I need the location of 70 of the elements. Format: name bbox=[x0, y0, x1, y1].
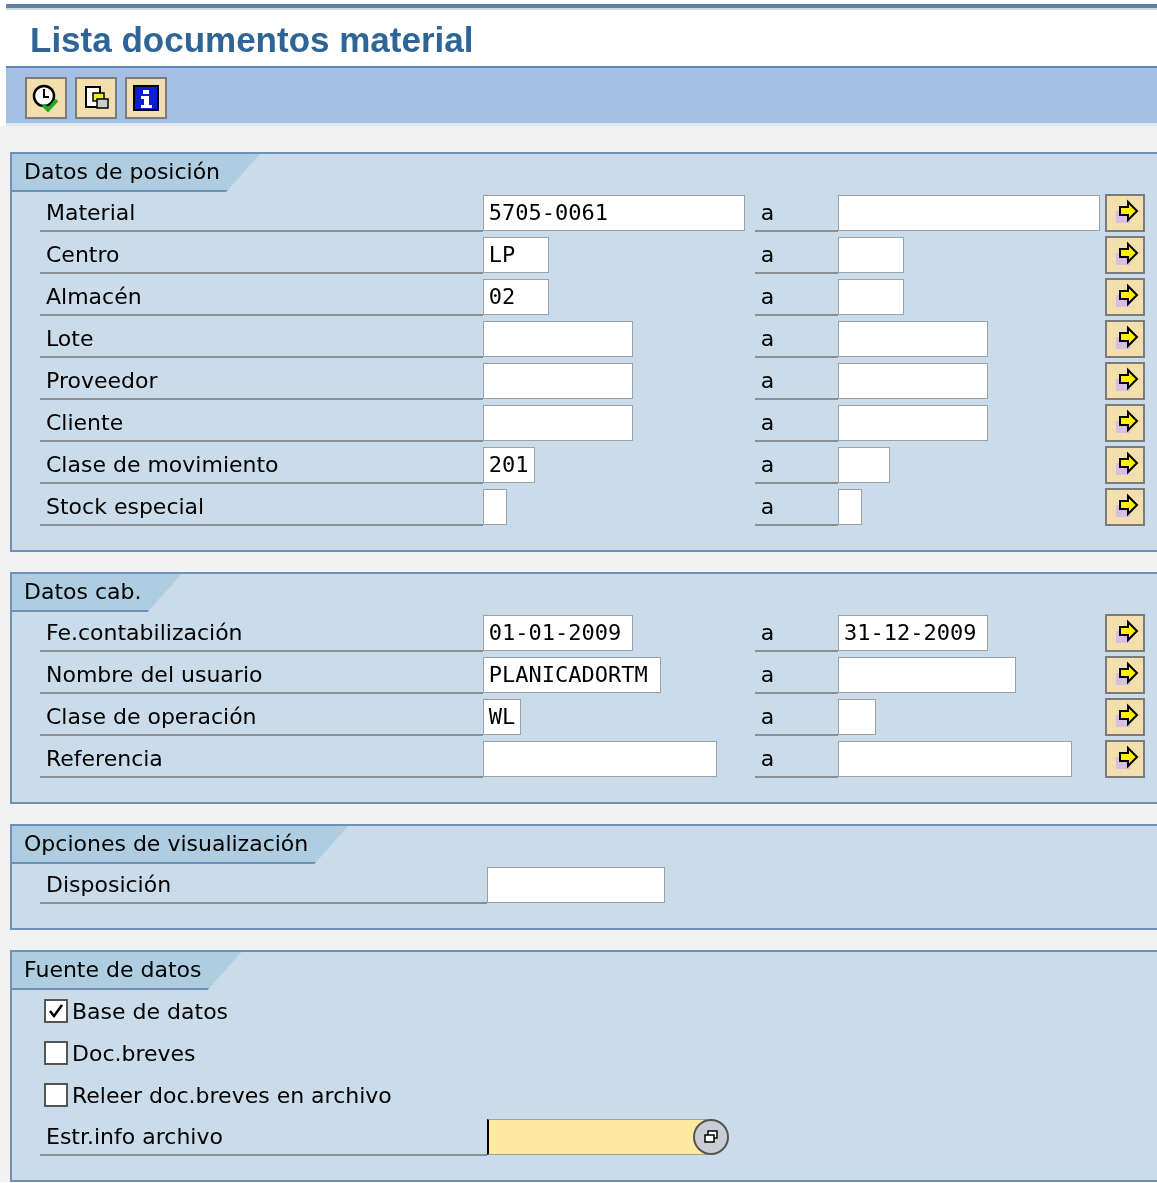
input-field[interactable]: PLANICADORTM bbox=[482, 657, 661, 693]
input-field[interactable] bbox=[482, 363, 633, 399]
window-icon bbox=[703, 1129, 719, 1145]
input-field[interactable] bbox=[838, 741, 1072, 777]
field-label: Material bbox=[40, 194, 483, 232]
input-field[interactable] bbox=[838, 321, 988, 357]
input-field[interactable] bbox=[838, 489, 862, 525]
checkbox[interactable] bbox=[44, 1041, 68, 1065]
checkbox-label: Base de datos bbox=[72, 998, 229, 1024]
section-title: Fuente de datos bbox=[12, 952, 242, 990]
multiple-selection-button[interactable] bbox=[1105, 698, 1145, 736]
field-label: Cliente bbox=[40, 404, 483, 442]
multiple-selection-button[interactable] bbox=[1105, 236, 1145, 274]
section-title: Opciones de visualización bbox=[12, 826, 349, 864]
input-field[interactable] bbox=[487, 1119, 707, 1155]
input-field[interactable] bbox=[838, 363, 988, 399]
input-field[interactable] bbox=[482, 741, 717, 777]
checkbox-label: Releer doc.breves en archivo bbox=[72, 1082, 392, 1108]
input-field[interactable] bbox=[838, 195, 1100, 231]
multiple-selection-button[interactable] bbox=[1105, 404, 1145, 442]
input-field[interactable]: WL bbox=[482, 699, 521, 735]
input-field[interactable] bbox=[838, 447, 890, 483]
input-field[interactable] bbox=[838, 699, 876, 735]
input-field[interactable]: 31-12-2009 bbox=[838, 615, 988, 651]
multiple-selection-button[interactable] bbox=[1105, 446, 1145, 484]
field-label: Referencia bbox=[40, 740, 483, 778]
multiple-selection-button[interactable] bbox=[1105, 362, 1145, 400]
multiple-selection-button[interactable] bbox=[1105, 488, 1145, 526]
multiple-selection-button[interactable] bbox=[1105, 194, 1145, 232]
input-field[interactable]: 201 bbox=[482, 447, 535, 483]
info-icon bbox=[131, 83, 161, 113]
field-label: Clase de operación bbox=[40, 698, 483, 736]
checkbox[interactable] bbox=[44, 999, 68, 1023]
field-label: Proveedor bbox=[40, 362, 483, 400]
multiple-selection-button[interactable] bbox=[1105, 656, 1145, 694]
multiple-selection-button[interactable] bbox=[1105, 320, 1145, 358]
input-field[interactable] bbox=[487, 867, 665, 903]
field-label: Almacén bbox=[40, 278, 483, 316]
input-field[interactable] bbox=[482, 405, 633, 441]
input-field[interactable] bbox=[838, 279, 904, 315]
input-field[interactable]: 5705-0061 bbox=[482, 195, 745, 231]
checkbox[interactable] bbox=[44, 1083, 68, 1107]
multiple-selection-button[interactable] bbox=[1105, 740, 1145, 778]
input-field[interactable] bbox=[838, 657, 1016, 693]
input-field[interactable] bbox=[838, 405, 988, 441]
input-field[interactable] bbox=[838, 237, 904, 273]
field-label: Fe.contabilización bbox=[40, 614, 483, 652]
section-title: Datos de posición bbox=[12, 154, 261, 192]
execute-button[interactable] bbox=[25, 77, 67, 119]
variants-button[interactable] bbox=[75, 77, 117, 119]
input-field[interactable]: 02 bbox=[482, 279, 549, 315]
search-help-button[interactable] bbox=[693, 1119, 729, 1155]
field-label: Centro bbox=[40, 236, 483, 274]
field-label: Estr.info archivo bbox=[40, 1118, 487, 1156]
multiple-selection-button[interactable] bbox=[1105, 614, 1145, 652]
field-label: Clase de movimiento bbox=[40, 446, 483, 484]
multiple-selection-button[interactable] bbox=[1105, 278, 1145, 316]
field-label: Nombre del usuario bbox=[40, 656, 483, 694]
field-label: Disposición bbox=[40, 866, 487, 904]
checkbox-label: Doc.breves bbox=[72, 1040, 196, 1066]
clock-check-icon bbox=[31, 83, 61, 113]
section-title: Datos cab. bbox=[12, 574, 182, 612]
field-label: Lote bbox=[40, 320, 483, 358]
input-field[interactable]: LP bbox=[482, 237, 549, 273]
field-label: Stock especial bbox=[40, 488, 483, 526]
input-field[interactable]: 01-01-2009 bbox=[482, 615, 633, 651]
info-button[interactable] bbox=[125, 77, 167, 119]
check-icon bbox=[47, 1002, 65, 1020]
input-field[interactable] bbox=[482, 489, 507, 525]
input-field[interactable] bbox=[482, 321, 633, 357]
